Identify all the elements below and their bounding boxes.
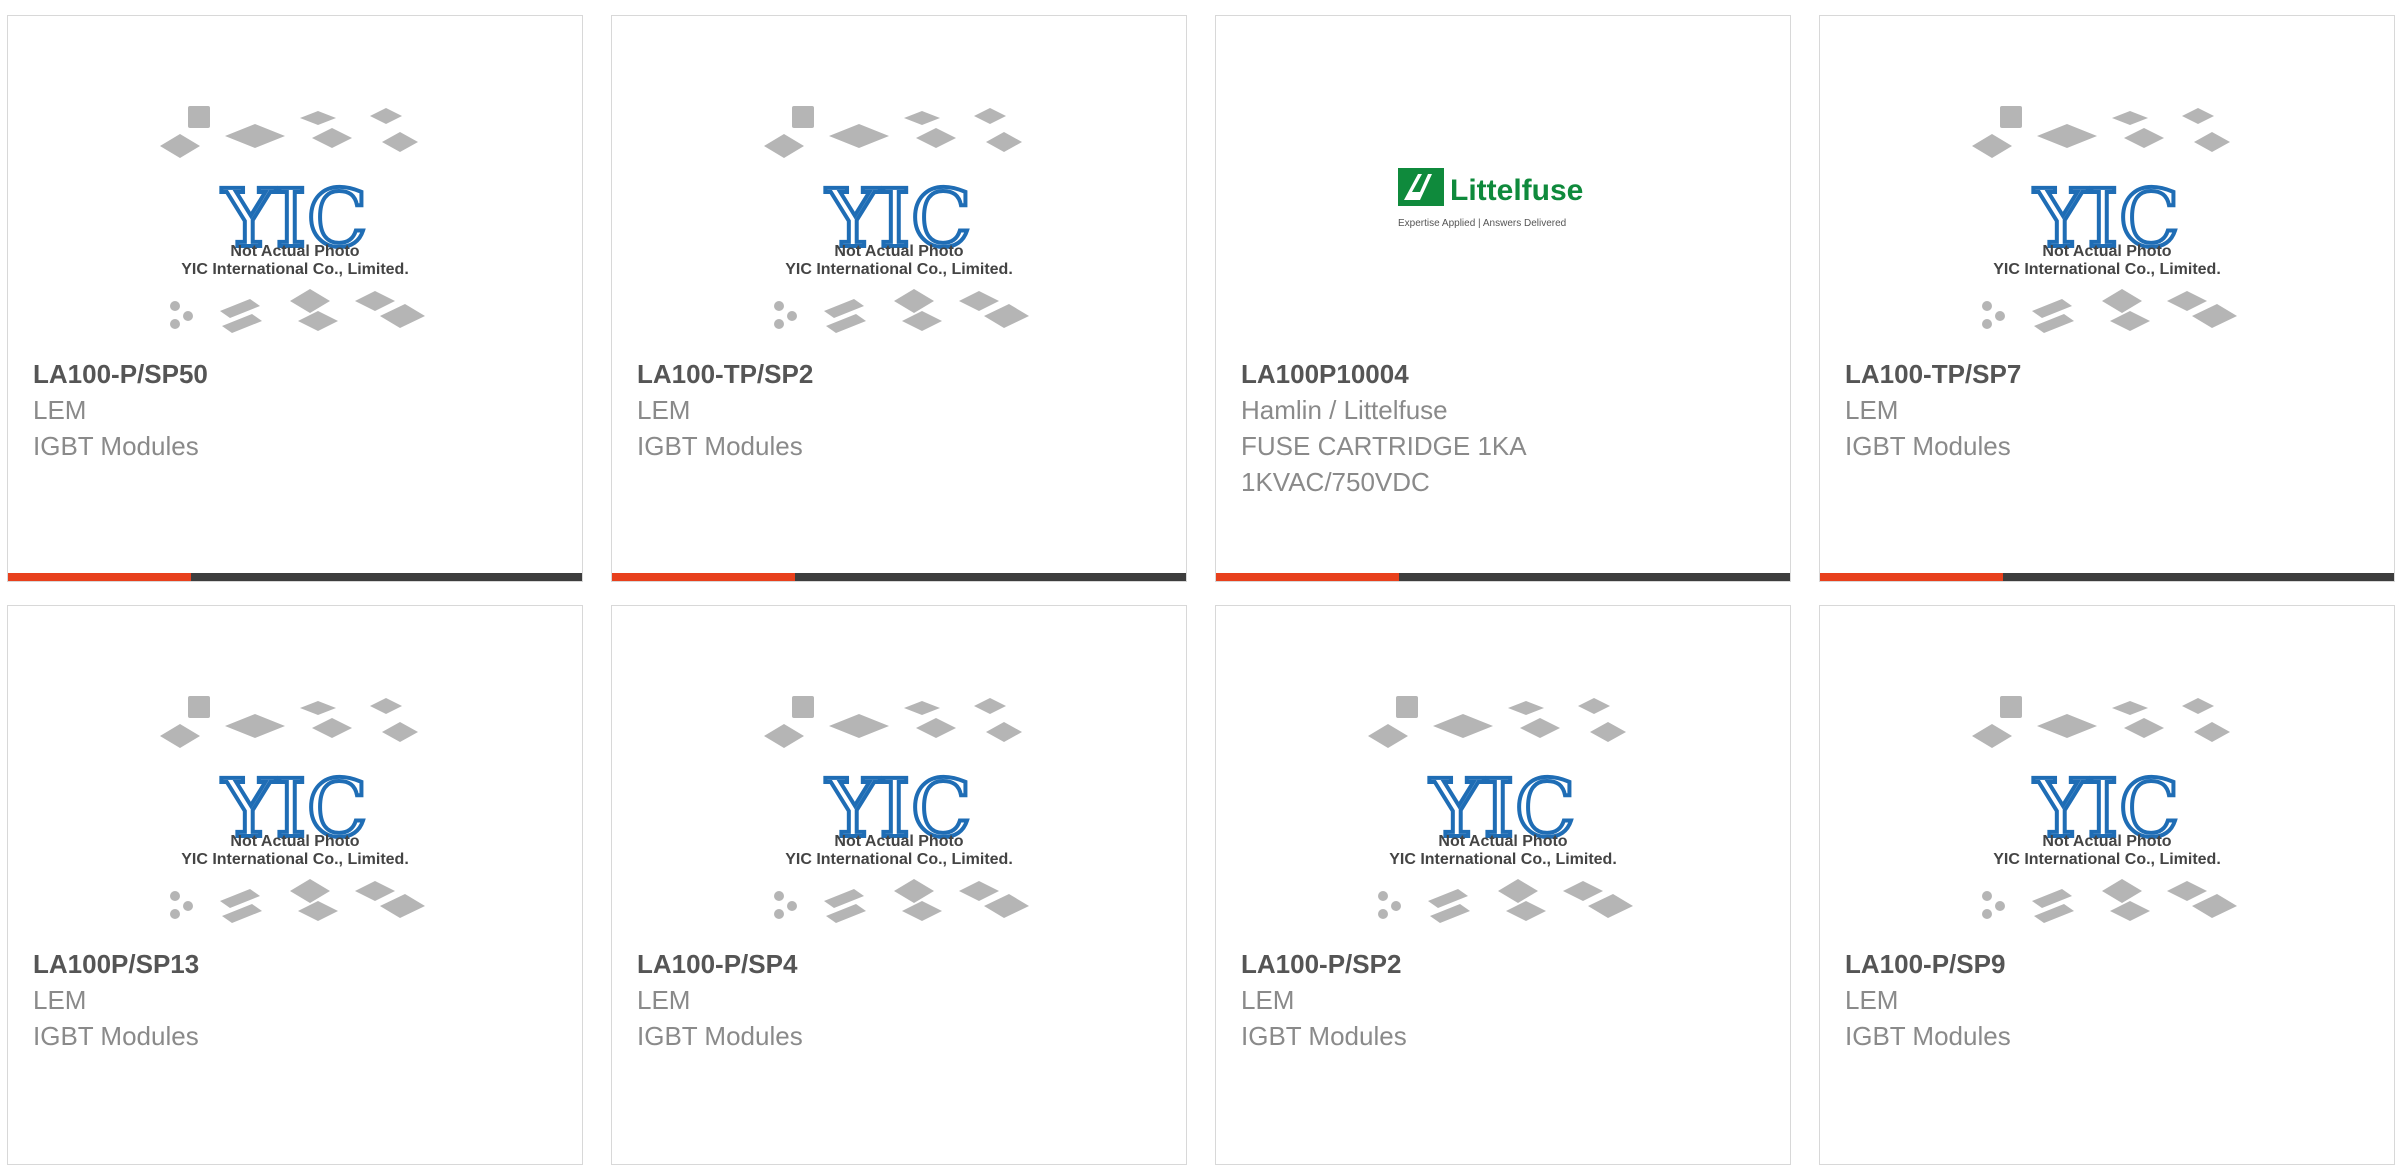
card-bottom-bar — [8, 573, 582, 581]
product-grid: YIC Not Actual Photo YIC International C… — [0, 0, 2400, 1167]
manufacturer: LEM — [1241, 985, 1295, 1015]
product-image[interactable]: YIC Not Actual Photo YIC International C… — [1216, 696, 1790, 956]
description: FUSE CARTRIDGE 1KA 1KVAC/750VDC — [1241, 431, 1526, 497]
manufacturer: LEM — [637, 395, 691, 425]
svg-text:Not Actual Photo: Not Actual Photo — [230, 833, 359, 850]
svg-text:YIC International Co., Limited: YIC International Co., Limited. — [181, 261, 409, 278]
part-number-link[interactable]: LA100-TP/SP7 — [1845, 356, 2369, 392]
yic-placeholder-image: YIC Not Actual Photo YIC International C… — [764, 696, 1029, 923]
product-image[interactable]: YIC Not Actual Photo YIC International C… — [8, 106, 582, 366]
yic-placeholder-image: YIC Not Actual Photo YIC International C… — [764, 106, 1029, 333]
description: IGBT Modules — [1845, 431, 2011, 461]
svg-text:Expertise Applied | Answers De: Expertise Applied | Answers Delivered — [1398, 218, 1566, 229]
product-card[interactable]: YIC Not Actual Photo YIC International C… — [7, 15, 583, 582]
svg-text:Not Actual Photo: Not Actual Photo — [1438, 833, 1567, 850]
card-accent — [612, 573, 795, 581]
part-number-link[interactable]: LA100-TP/SP2 — [637, 356, 1161, 392]
svg-text:YIC International Co., Limited: YIC International Co., Limited. — [1389, 851, 1617, 868]
product-card[interactable]: Littelfuse Expertise Applied | Answers D… — [1215, 15, 1791, 582]
card-bottom-bar — [612, 573, 1186, 581]
yic-placeholder-image: YIC Not Actual Photo YIC International C… — [1368, 696, 1633, 923]
description: IGBT Modules — [1241, 1021, 1407, 1051]
part-number-link[interactable]: LA100-P/SP2 — [1241, 946, 1765, 982]
svg-text:Not Actual Photo: Not Actual Photo — [834, 833, 963, 850]
part-number-link[interactable]: LA100-P/SP4 — [637, 946, 1161, 982]
svg-text:Not Actual Photo: Not Actual Photo — [230, 243, 359, 260]
part-number-link[interactable]: LA100P/SP13 — [33, 946, 557, 982]
yic-placeholder-image: YIC Not Actual Photo YIC International C… — [1972, 106, 2237, 333]
card-accent — [8, 573, 191, 581]
description: IGBT Modules — [33, 431, 199, 461]
yic-placeholder-image: YIC Not Actual Photo YIC International C… — [160, 106, 425, 333]
svg-text:YIC International Co., Limited: YIC International Co., Limited. — [785, 261, 1013, 278]
manufacturer: LEM — [33, 985, 87, 1015]
svg-text:YIC International Co., Limited: YIC International Co., Limited. — [785, 851, 1013, 868]
part-number-link[interactable]: LA100-P/SP9 — [1845, 946, 2369, 982]
part-number-link[interactable]: LA100P10004 — [1241, 356, 1765, 392]
littelfuse-logo-image: Littelfuse Expertise Applied | Answers D… — [1398, 168, 1583, 229]
svg-text:YIC International Co., Limited: YIC International Co., Limited. — [181, 851, 409, 868]
card-accent — [1820, 573, 2003, 581]
product-image[interactable]: YIC Not Actual Photo YIC International C… — [612, 696, 1186, 956]
product-image[interactable]: YIC Not Actual Photo YIC International C… — [1820, 696, 2394, 956]
product-image[interactable]: YIC Not Actual Photo YIC International C… — [1820, 106, 2394, 366]
product-card[interactable]: YIC Not Actual Photo YIC International C… — [1819, 605, 2395, 1165]
product-card[interactable]: YIC Not Actual Photo YIC International C… — [7, 605, 583, 1165]
svg-text:Not Actual Photo: Not Actual Photo — [2042, 243, 2171, 260]
description: IGBT Modules — [637, 1021, 803, 1051]
svg-text:YIC International Co., Limited: YIC International Co., Limited. — [1993, 261, 2221, 278]
product-card[interactable]: YIC Not Actual Photo YIC International C… — [1215, 605, 1791, 1165]
littelfuse-logo-mark — [1398, 168, 1444, 206]
product-card[interactable]: YIC Not Actual Photo YIC International C… — [1819, 15, 2395, 582]
product-image[interactable]: YIC Not Actual Photo YIC International C… — [8, 696, 582, 956]
svg-text:Not Actual Photo: Not Actual Photo — [834, 243, 963, 260]
manufacturer: LEM — [33, 395, 87, 425]
product-image[interactable]: YIC Not Actual Photo YIC International C… — [612, 106, 1186, 366]
yic-placeholder-image: YIC Not Actual Photo YIC International C… — [1972, 696, 2237, 923]
description: IGBT Modules — [1845, 1021, 2011, 1051]
svg-text:Not Actual Photo: Not Actual Photo — [2042, 833, 2171, 850]
description: IGBT Modules — [637, 431, 803, 461]
card-bottom-bar — [1820, 573, 2394, 581]
product-card[interactable]: YIC Not Actual Photo YIC International C… — [611, 15, 1187, 582]
manufacturer: LEM — [1845, 395, 1899, 425]
yic-placeholder-image: YIC Not Actual Photo YIC International C… — [160, 696, 425, 923]
manufacturer: LEM — [637, 985, 691, 1015]
svg-text:YIC International Co., Limited: YIC International Co., Limited. — [1993, 851, 2221, 868]
svg-text:Littelfuse: Littelfuse — [1450, 174, 1583, 207]
manufacturer: LEM — [1845, 985, 1899, 1015]
card-bottom-bar — [1216, 573, 1790, 581]
product-card[interactable]: YIC Not Actual Photo YIC International C… — [611, 605, 1187, 1165]
card-accent — [1216, 573, 1399, 581]
manufacturer: Hamlin / Littelfuse — [1241, 395, 1448, 425]
description: IGBT Modules — [33, 1021, 199, 1051]
part-number-link[interactable]: LA100-P/SP50 — [33, 356, 557, 392]
